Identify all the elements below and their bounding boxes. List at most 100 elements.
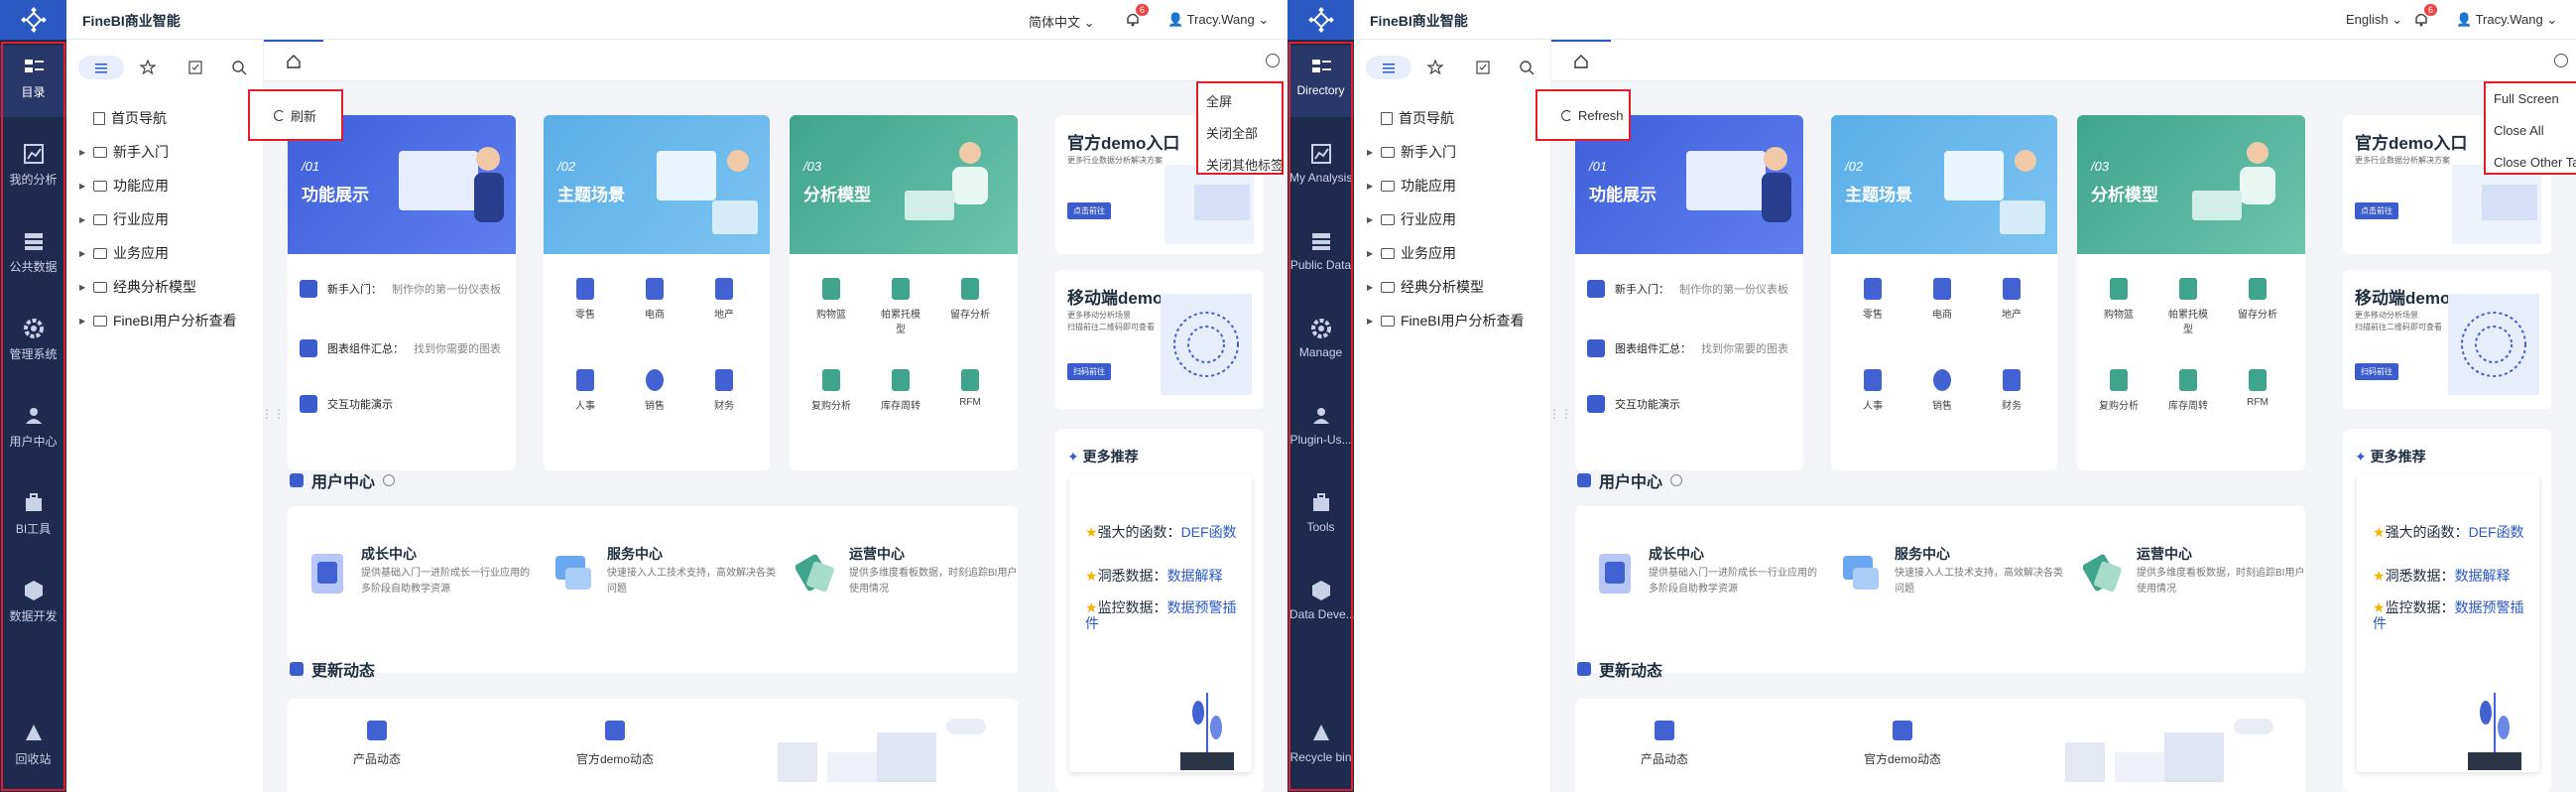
check-doc-icon[interactable] [187,60,203,75]
user-menu[interactable]: 👤 Tracy.Wang ⌄ [1167,12,1269,28]
recommend-item[interactable]: ★监控数据：数据预警插件 [2373,599,2527,631]
info-icon[interactable] [1670,474,1683,486]
scene-tile[interactable]: 地产 [704,278,744,321]
growth-center[interactable]: 成长中心 提供基础入门一进阶成长一行业应用的多阶段自助教学资源 [1595,540,1817,609]
feature-link[interactable]: 图表组件汇总： 找到你需要的图表 [1587,339,1788,357]
section-title-user-center: 用户中心 [1577,468,1683,492]
home-icon [1574,55,1588,68]
finebi-logo-icon[interactable] [1288,0,1354,40]
check-doc-icon[interactable] [1475,60,1491,75]
operation-center[interactable]: 运营中心 提供多维度看板数据，时刻追踪BI用户使用情况 [796,540,1017,609]
news-item[interactable]: 产品动态 [337,721,417,767]
refresh-icon [1561,109,1572,121]
model-tile[interactable]: 留存分析 [950,278,990,321]
news-item[interactable]: 官方demo动态 [1863,721,1942,767]
search-icon[interactable] [231,60,247,75]
model-tile[interactable]: 复购分析 [2099,369,2139,412]
view-toggle[interactable] [78,56,124,79]
model-tile[interactable]: 库存周转 [881,369,920,412]
drag-handle-icon[interactable]: ⋮⋮ [1548,407,1572,427]
tree-item[interactable]: 首页导航 [79,107,167,129]
collapse-icon[interactable] [2554,54,2568,67]
operation-center[interactable]: 运营中心 提供多维度看板数据，时刻追踪BI用户使用情况 [2083,540,2304,609]
scene-tile[interactable]: 人事 [1853,369,1893,412]
service-center[interactable]: 服务中心 快速接入人工技术支持，高效解决各类问题 [1841,540,2063,609]
news-item[interactable]: 官方demo动态 [575,721,655,767]
language-select[interactable]: English ⌄ [2346,12,2402,28]
feature-link[interactable]: 新手入门： 制作你的第一份仪表板 [1587,280,1788,298]
menu-item-close-all[interactable]: 关闭全部 [1206,123,1258,142]
user-menu[interactable]: 👤 Tracy.Wang ⌄ [2456,12,2557,28]
tree-item[interactable]: ▶ FineBI用户分析查看 [79,310,236,331]
search-icon[interactable] [1519,60,1534,75]
refresh-menu-item[interactable]: Refresh [1535,89,1631,141]
model-tile[interactable]: 帕累托模型 [2168,278,2208,335]
finebi-logo-icon[interactable] [0,0,66,40]
menu-item-fullscreen[interactable]: 全屏 [1206,91,1232,110]
scene-tile[interactable]: 销售 [1922,369,1962,412]
menu-item-fullscreen[interactable]: Full Screen [2494,91,2559,106]
news-item[interactable]: 产品动态 [1625,721,1704,767]
model-tile[interactable]: RFM [2238,369,2277,408]
refresh-menu-item[interactable]: 刷新 [248,89,343,141]
model-tile[interactable]: 留存分析 [2238,278,2277,321]
growth-center[interactable]: 成长中心 提供基础入门一进阶成长一行业应用的多阶段自助教学资源 [307,540,530,609]
menu-item-close-others[interactable]: 关闭其他标签 [1206,155,1284,174]
scene-tile[interactable]: 销售 [635,369,675,412]
scene-tile[interactable]: 电商 [1922,278,1962,321]
tree-item[interactable]: ▶ 新手入门 [1367,141,1456,163]
star-icon[interactable] [140,60,156,75]
feature-link[interactable]: 交互功能演示 [1587,395,1680,413]
tree-item[interactable]: ▶ 功能应用 [1367,175,1456,197]
scene-tile[interactable]: 财务 [704,369,744,412]
recommend-item[interactable]: ★洞悉数据：数据解释 [1085,568,1240,584]
recommend-item[interactable]: ★监控数据：数据预警插件 [1085,599,1240,631]
mobile-demo-card[interactable]: 移动端demo 更多移动分析场景 扫描前往二维码即可查看 扫码前往 [1055,270,1264,409]
model-tile[interactable]: 购物篮 [811,278,851,321]
recommend-item[interactable]: ★强大的函数：DEF函数 [2373,524,2527,540]
menu-item-close-others[interactable]: Close Other Tabs [2494,155,2576,170]
go-button[interactable]: 点击前往 [2355,202,2398,219]
collapse-icon[interactable] [1266,54,1280,67]
model-tile[interactable]: 库存周转 [2168,369,2208,412]
scan-button[interactable]: 扫码前往 [1067,363,1111,380]
view-toggle[interactable] [1366,56,1411,79]
tree-item[interactable]: ▶ 行业应用 [1367,208,1456,230]
scene-tile[interactable]: 地产 [1992,278,2031,321]
tree-item[interactable]: ▶ 功能应用 [79,175,169,197]
scene-tile[interactable]: 零售 [565,278,605,321]
recommend-item[interactable]: ★强大的函数：DEF函数 [1085,524,1240,540]
service-center[interactable]: 服务中心 快速接入人工技术支持，高效解决各类问题 [553,540,776,609]
feature-link[interactable]: 图表组件汇总： 找到你需要的图表 [300,339,501,357]
tree-item[interactable]: ▶ 新手入门 [79,141,169,163]
scan-button[interactable]: 扫码前往 [2355,363,2398,380]
mobile-demo-card[interactable]: 移动端demo 更多移动分析场景 扫描前往二维码即可查看 扫码前往 [2343,270,2551,409]
recommend-item[interactable]: ★洞悉数据：数据解释 [2373,568,2527,584]
drag-handle-icon[interactable]: ⋮⋮ [261,407,285,427]
star-icon[interactable] [1427,60,1443,75]
info-icon[interactable] [383,474,396,486]
tree-item[interactable]: ▶ 经典分析模型 [1367,276,1484,298]
scene-tile[interactable]: 财务 [1992,369,2031,412]
menu-item-close-all[interactable]: Close All [2494,123,2544,138]
feature-link[interactable]: 新手入门： 制作你的第一份仪表板 [300,280,501,298]
feature-link[interactable]: 交互功能演示 [300,395,393,413]
model-tile[interactable]: RFM [950,369,990,408]
model-tile[interactable]: 帕累托模型 [881,278,920,335]
tree-item[interactable]: ▶ 业务应用 [1367,242,1456,264]
tree-item[interactable]: ▶ 业务应用 [79,242,169,264]
language-select[interactable]: 简体中文 ⌄ [1029,12,1095,31]
tree-item[interactable]: ▶ FineBI用户分析查看 [1367,310,1524,331]
tree-item[interactable]: ▶ 经典分析模型 [79,276,196,298]
model-tile[interactable]: 复购分析 [811,369,851,412]
tree-item[interactable]: 首页导航 [1367,107,1454,129]
go-button[interactable]: 点击前往 [1067,202,1111,219]
scene-tile[interactable]: 零售 [1853,278,1893,321]
scene-tile[interactable]: 人事 [565,369,605,412]
tree-item[interactable]: ▶ 行业应用 [79,208,169,230]
model-tile[interactable]: 购物篮 [2099,278,2139,321]
tab-home[interactable] [264,40,323,81]
scene-tile[interactable]: 电商 [635,278,675,321]
illustration [1944,150,2045,234]
tab-home[interactable] [1551,40,1611,81]
